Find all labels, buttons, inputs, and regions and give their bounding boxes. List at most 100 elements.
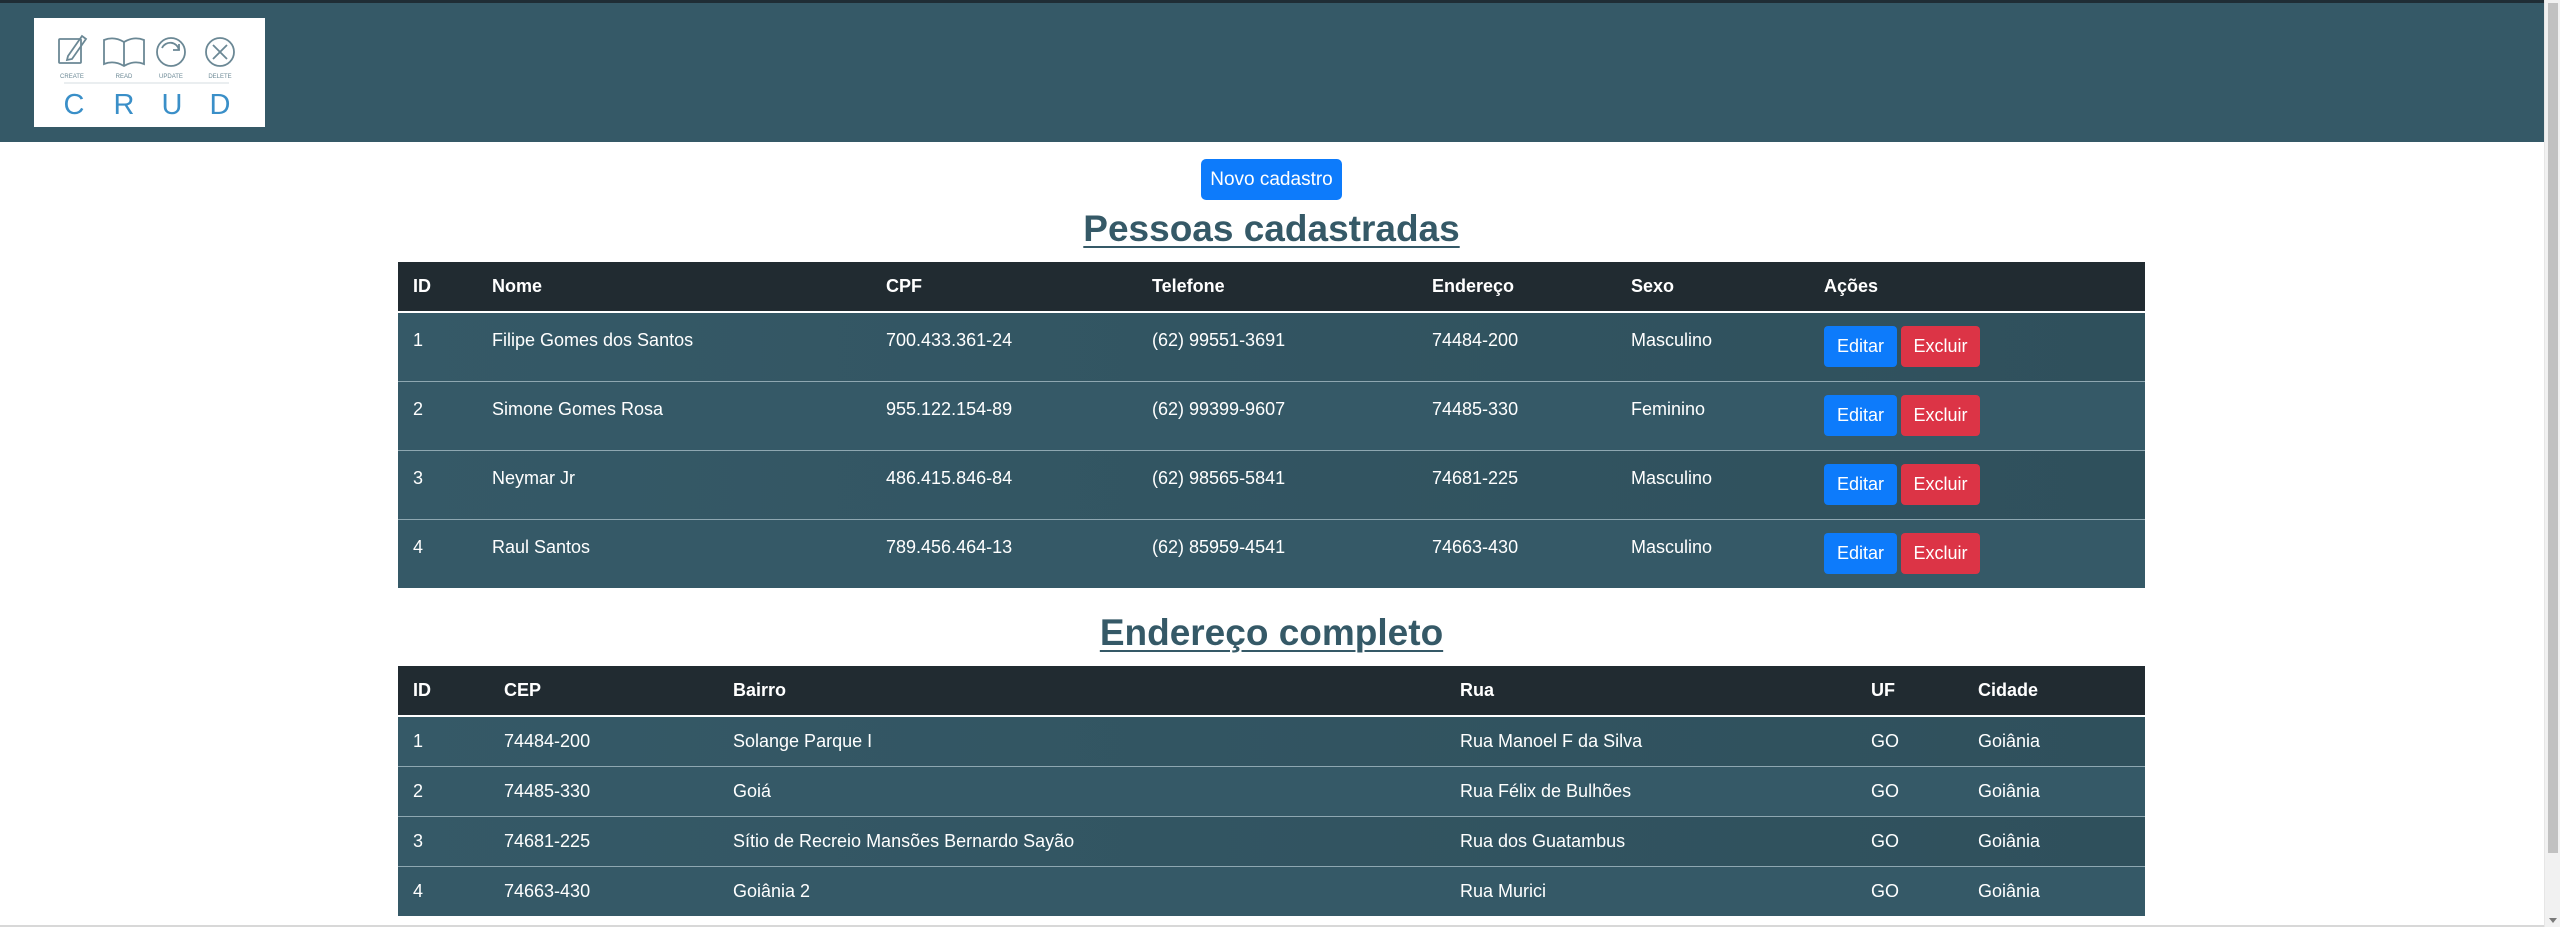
page: CREATE READ UPDATE DELETE C R U D Novo c…: [0, 0, 2560, 927]
cell-cidade: Goiânia: [1963, 765, 2145, 816]
cell-uf: GO: [1856, 815, 1963, 866]
people-table: ID Nome CPF Telefone Endereço Sexo Ações…: [398, 262, 2145, 588]
table-row: 3 74681-225 Sítio de Recreio Mansões Ber…: [398, 815, 2145, 866]
logo-op-update: UPDATE: [159, 74, 183, 80]
people-section-title: Pessoas cadastradas: [1083, 208, 1460, 249]
col-header-acoes: Ações: [1809, 262, 2145, 313]
cell-uf: GO: [1856, 765, 1963, 816]
cell-id: 1: [413, 731, 424, 751]
cell-actions: Editar Excluir: [1809, 312, 2145, 381]
cell-rua: Rua Félix de Bulhões: [1445, 765, 1856, 816]
col-header-cpf: CPF: [871, 262, 1137, 313]
cell-id: 4: [398, 865, 489, 916]
logo-letter-r: R: [114, 89, 135, 121]
cell-cpf: 789.456.464-13: [871, 518, 1137, 588]
cell-sexo: Feminino: [1616, 380, 1809, 450]
cell-id: 2: [398, 765, 489, 816]
col-header-sexo: Sexo: [1616, 262, 1809, 313]
cell-endereco: 74485-330: [1417, 380, 1616, 450]
col-header-cidade: Cidade: [1963, 666, 2145, 717]
delete-button[interactable]: Excluir: [1901, 394, 1980, 436]
cell-cep: 74484-200: [504, 731, 591, 751]
col-header-id: ID: [398, 666, 489, 717]
cell-cpf: 700.433.361-24: [886, 330, 1013, 350]
vertical-scrollbar[interactable]: [2544, 0, 2560, 927]
cell-telefone: (62) 99399-9607: [1137, 380, 1417, 450]
cell-bairro: Goiânia 2: [718, 865, 1445, 916]
col-header-rua: Rua: [1445, 666, 1856, 717]
crud-logo[interactable]: CREATE READ UPDATE DELETE C R U D: [34, 18, 265, 127]
cell-sexo: Masculino: [1616, 518, 1809, 588]
cell-cep: 74681-225: [489, 815, 718, 866]
logo-op-delete: DELETE: [208, 74, 231, 80]
edit-button[interactable]: Editar: [1824, 532, 1897, 574]
col-header-bairro: Bairro: [718, 666, 1445, 717]
cell-endereco: 74663-430: [1417, 518, 1616, 588]
cell-actions: Editar Excluir: [1809, 518, 2145, 588]
cell-id: 1: [413, 330, 424, 350]
cell-id: 3: [398, 815, 489, 866]
cell-cep: 74485-330: [489, 765, 718, 816]
logo-letter-d: D: [210, 89, 231, 121]
cell-rua: Rua Murici: [1445, 865, 1856, 916]
delete-button[interactable]: Excluir: [1901, 532, 1980, 574]
cell-cep: 74663-430: [489, 865, 718, 916]
cell-telefone: (62) 85959-4541: [1137, 518, 1417, 588]
cell-bairro: Sítio de Recreio Mansões Bernardo Sayão: [718, 815, 1445, 866]
cell-actions: Editar Excluir: [1809, 449, 2145, 519]
address-table-header: ID CEP Bairro Rua UF Cidade: [398, 666, 2145, 717]
delete-button[interactable]: Excluir: [1901, 463, 1980, 505]
table-row: 2 74485-330 Goiá Rua Félix de Bulhões GO…: [398, 765, 2145, 816]
cell-nome: Simone Gomes Rosa: [477, 380, 871, 450]
cell-id: 2: [398, 380, 477, 450]
table-row: 4 Raul Santos 789.456.464-13 (62) 85959-…: [398, 518, 2145, 588]
cell-sexo: Masculino: [1631, 330, 1713, 350]
cell-cidade: Goiânia: [1963, 865, 2145, 916]
cell-id: 3: [398, 449, 477, 519]
cell-uf: GO: [1871, 731, 1900, 751]
cell-cidade: Goiânia: [1978, 731, 2041, 751]
edit-button[interactable]: Editar: [1824, 326, 1897, 367]
close-icon: [205, 37, 235, 67]
delete-button[interactable]: Excluir: [1901, 326, 1980, 367]
new-record-button[interactable]: Novo cadastro: [1201, 159, 1342, 200]
cell-sexo: Masculino: [1616, 449, 1809, 519]
cell-endereco: 74681-225: [1417, 449, 1616, 519]
people-table-header: ID Nome CPF Telefone Endereço Sexo Ações: [398, 262, 2145, 313]
edit-button[interactable]: Editar: [1824, 394, 1897, 436]
cell-bairro: Solange Parque I: [733, 731, 873, 751]
address-section-title: Endereço completo: [1099, 612, 1444, 653]
book-icon: [103, 37, 145, 68]
refresh-icon: [156, 37, 186, 67]
cell-nome: Filipe Gomes dos Santos: [492, 330, 694, 350]
logo-letter-u: U: [162, 89, 183, 121]
cell-id: 4: [398, 518, 477, 588]
col-header-endereco: Endereço: [1417, 262, 1616, 313]
cell-uf: GO: [1856, 865, 1963, 916]
col-header-telefone: Telefone: [1137, 262, 1417, 313]
cell-nome: Neymar Jr: [477, 449, 871, 519]
cell-rua: Rua dos Guatambus: [1445, 815, 1856, 866]
col-header-id: ID: [398, 262, 477, 313]
table-row: 1 Filipe Gomes dos Santos 700.433.361-24…: [398, 312, 2145, 381]
logo-letter-c: C: [64, 89, 85, 121]
cell-nome: Raul Santos: [477, 518, 871, 588]
header: CREATE READ UPDATE DELETE C R U D: [0, 3, 2544, 142]
table-row: 1 74484-200 Solange Parque I Rua Manoel …: [398, 716, 2145, 766]
edit-button[interactable]: Editar: [1824, 463, 1897, 505]
cell-actions: Editar Excluir: [1809, 380, 2145, 450]
table-row: 4 74663-430 Goiânia 2 Rua Murici GO Goiâ…: [398, 865, 2145, 916]
table-row: 3 Neymar Jr 486.415.846-84 (62) 98565-58…: [398, 449, 2145, 519]
cell-cpf: 486.415.846-84: [871, 449, 1137, 519]
cell-telefone: (62) 98565-5841: [1137, 449, 1417, 519]
col-header-nome: Nome: [477, 262, 871, 313]
cell-endereco: 74484-200: [1432, 330, 1519, 350]
table-row: 2 Simone Gomes Rosa 955.122.154-89 (62) …: [398, 380, 2145, 450]
scrollbar-thumb[interactable]: [2548, 3, 2558, 853]
cell-cpf: 955.122.154-89: [871, 380, 1137, 450]
col-header-cep: CEP: [489, 666, 718, 717]
create-icon: [58, 34, 88, 64]
logo-op-create: CREATE: [60, 74, 84, 80]
scroll-down-arrow-icon[interactable]: [2549, 918, 2557, 923]
cell-telefone: (62) 99551-3691: [1152, 330, 1286, 350]
